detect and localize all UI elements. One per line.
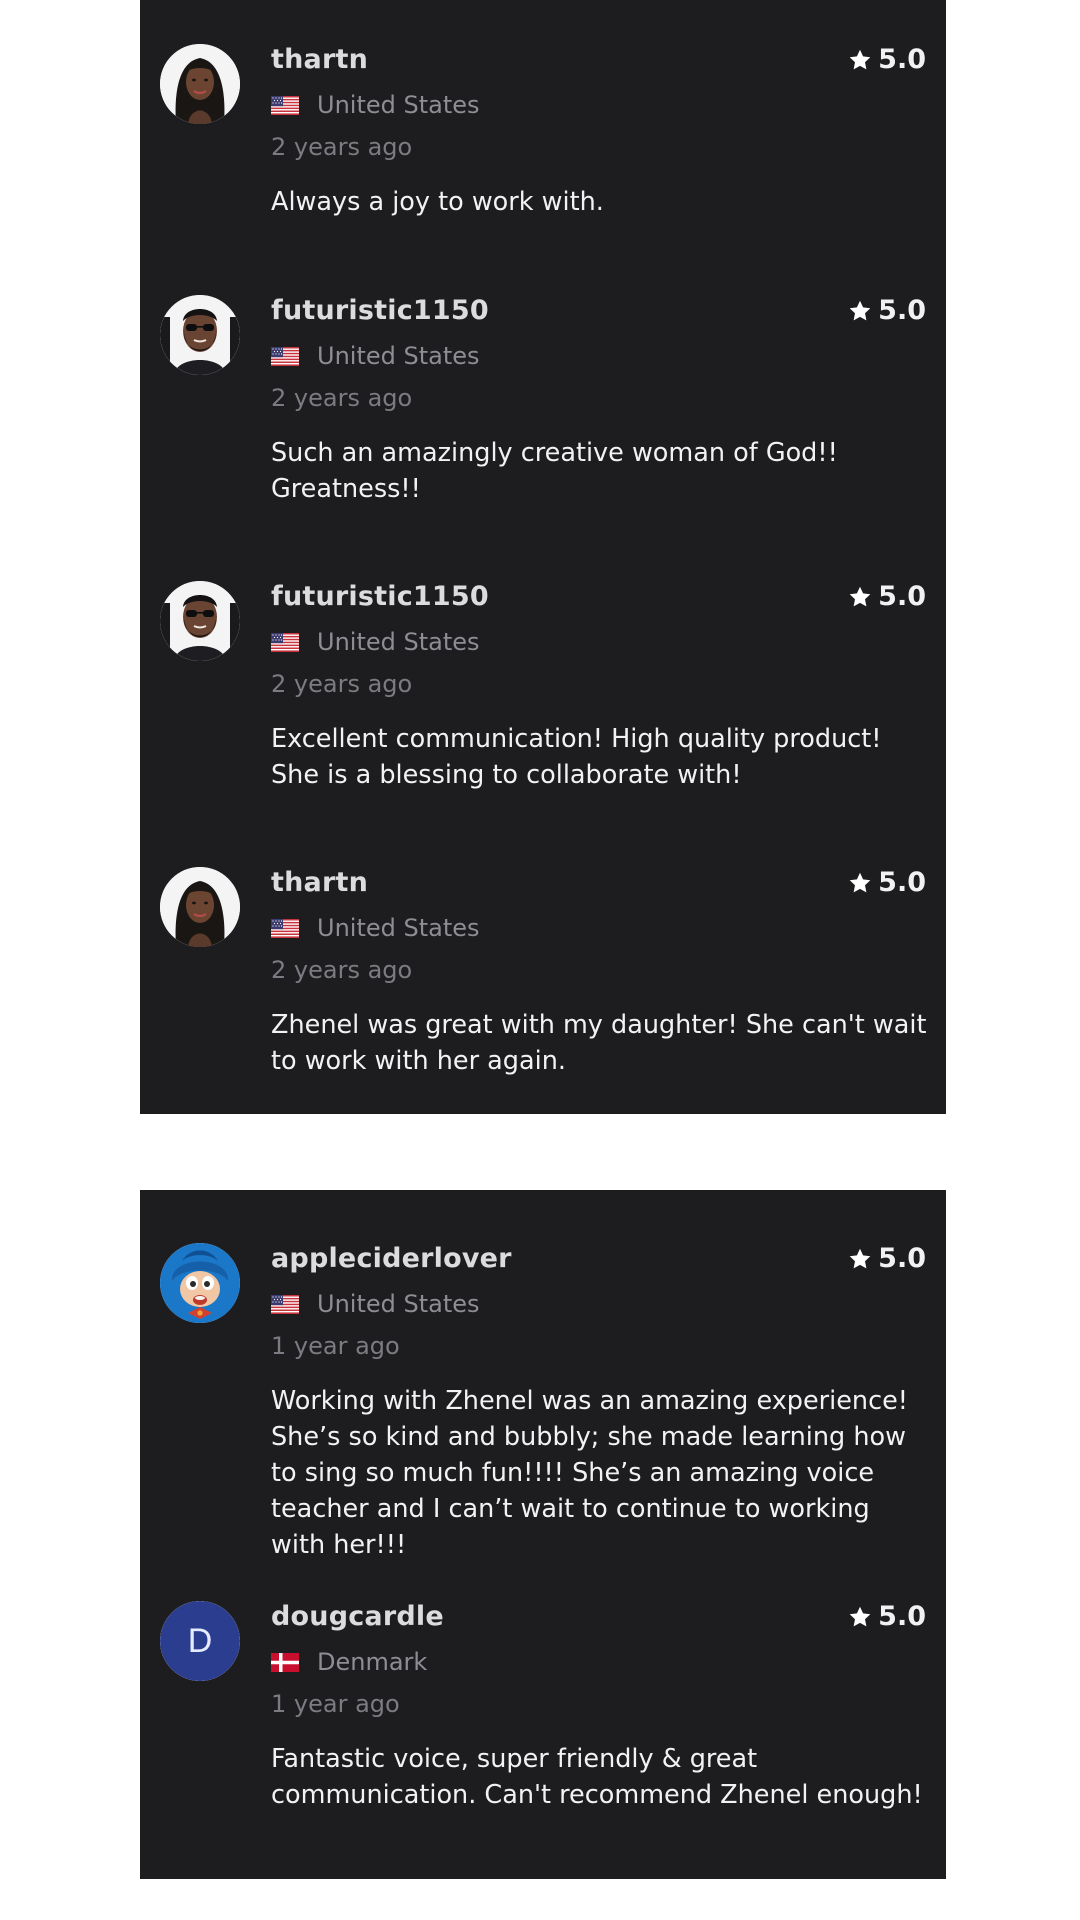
rating-badge: 5.0	[848, 867, 926, 898]
review-comment: Excellent communication! High quality pr…	[271, 724, 882, 790]
reviews-panel: thartn 5.0 United States 2 years ago Alw…	[140, 0, 946, 1114]
star-icon	[848, 871, 872, 895]
us-flag-icon	[271, 919, 299, 938]
rating-value: 5.0	[878, 44, 926, 75]
man-sunglasses-avatar-icon	[160, 295, 240, 375]
user-avatar[interactable]	[160, 581, 240, 661]
us-flag-icon	[271, 1295, 299, 1314]
review-time: 2 years ago	[271, 384, 413, 412]
denmark-flag-icon	[271, 1653, 299, 1672]
review-comment: Always a joy to work with.	[271, 187, 604, 217]
country-name: United States	[317, 628, 480, 656]
rating-value: 5.0	[878, 581, 926, 612]
review-comment: Working with Zhenel was an amazing exper…	[271, 1386, 909, 1560]
review-time: 2 years ago	[271, 670, 413, 698]
reviewer-username[interactable]: futuristic1150	[271, 295, 489, 326]
reviewer-username[interactable]: dougcardle	[271, 1601, 444, 1632]
rating-badge: 5.0	[848, 581, 926, 612]
cartoon-avatar-icon	[160, 1243, 240, 1323]
review-time: 2 years ago	[271, 956, 413, 984]
reviewer-username[interactable]: thartn	[271, 867, 368, 898]
review-comment: Zhenel was great with my daughter! She c…	[271, 1010, 927, 1076]
review-time: 1 year ago	[271, 1690, 400, 1718]
review-time: 1 year ago	[271, 1332, 400, 1360]
star-icon	[848, 585, 872, 609]
star-icon	[848, 48, 872, 72]
rating-badge: 5.0	[848, 44, 926, 75]
woman-avatar-icon	[160, 44, 240, 124]
star-icon	[848, 1605, 872, 1629]
reviewer-country: Denmark	[271, 1648, 427, 1676]
country-name: United States	[317, 914, 480, 942]
country-name: United States	[317, 91, 480, 119]
review-item: appleciderlover 5.0 United States 1 year…	[140, 1199, 946, 1560]
reviewer-username[interactable]: thartn	[271, 44, 368, 75]
user-avatar[interactable]: D	[160, 1601, 240, 1681]
reviewer-username[interactable]: futuristic1150	[271, 581, 489, 612]
rating-badge: 5.0	[848, 1601, 926, 1632]
us-flag-icon	[271, 347, 299, 366]
us-flag-icon	[271, 96, 299, 115]
review-comment: Fantastic voice, super friendly & great …	[271, 1744, 923, 1810]
us-flag-icon	[271, 633, 299, 652]
rating-value: 5.0	[878, 295, 926, 326]
rating-value: 5.0	[878, 1601, 926, 1632]
country-name: United States	[317, 342, 480, 370]
user-avatar[interactable]	[160, 295, 240, 375]
review-item: thartn 5.0 United States 2 years ago Alw…	[140, 0, 946, 217]
country-name: Denmark	[317, 1648, 428, 1676]
review-item: futuristic1150 5.0 United States 2 years…	[140, 537, 946, 790]
review-item: thartn 5.0 United States 2 years ago Zhe…	[140, 823, 946, 1076]
reviewer-country: United States	[271, 342, 480, 370]
review-time: 2 years ago	[271, 133, 413, 161]
reviewer-username[interactable]: appleciderlover	[271, 1243, 512, 1274]
user-avatar[interactable]	[160, 44, 240, 124]
rating-value: 5.0	[878, 1243, 926, 1274]
rating-value: 5.0	[878, 867, 926, 898]
star-icon	[848, 299, 872, 323]
star-icon	[848, 1247, 872, 1271]
letter-avatar-icon: D	[160, 1601, 240, 1681]
user-avatar[interactable]	[160, 867, 240, 947]
review-item: futuristic1150 5.0 United States 2 years…	[140, 251, 946, 504]
user-avatar[interactable]	[160, 1243, 240, 1323]
country-name: United States	[317, 1290, 480, 1318]
woman-avatar-icon	[160, 867, 240, 947]
rating-badge: 5.0	[848, 295, 926, 326]
review-item: D dougcardle 5.0 Denmark 1 year ago Fant…	[140, 1557, 946, 1810]
reviewer-country: United States	[271, 1290, 480, 1318]
reviewer-country: United States	[271, 914, 480, 942]
reviews-panel: appleciderlover 5.0 United States 1 year…	[140, 1190, 946, 1879]
reviewer-country: United States	[271, 91, 480, 119]
reviewer-country: United States	[271, 628, 480, 656]
rating-badge: 5.0	[848, 1243, 926, 1274]
man-sunglasses-avatar-icon	[160, 581, 240, 661]
review-comment: Such an amazingly creative woman of God!…	[271, 438, 838, 504]
